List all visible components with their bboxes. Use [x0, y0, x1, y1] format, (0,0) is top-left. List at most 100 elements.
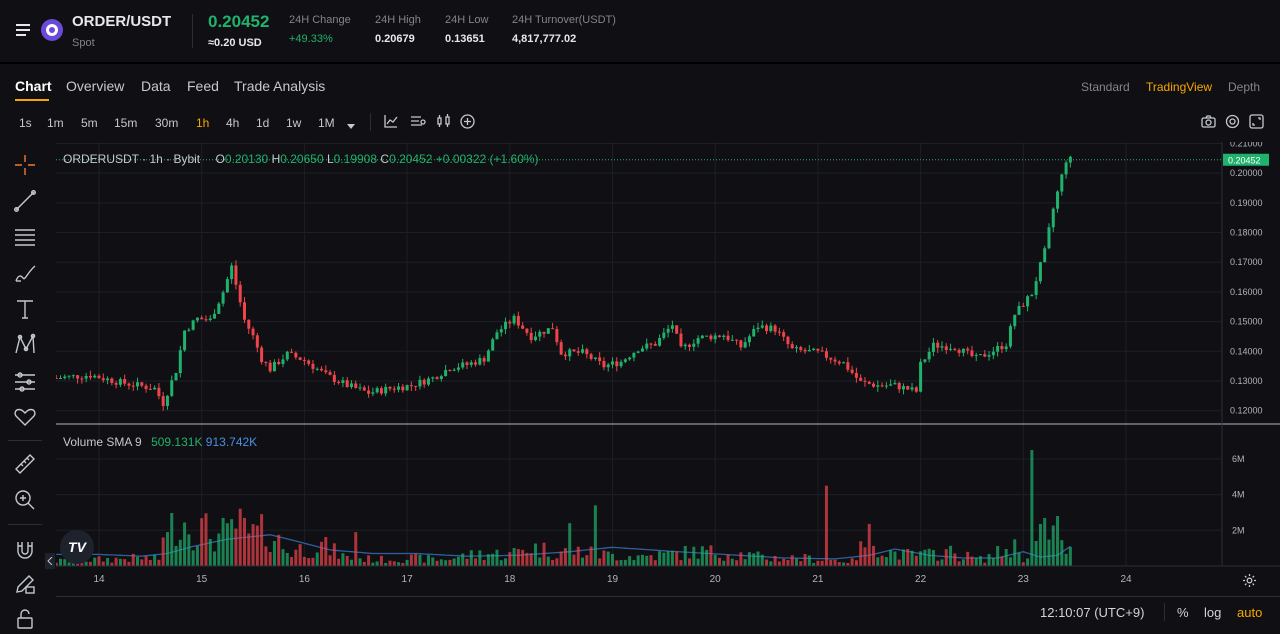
volume-bar	[183, 522, 187, 566]
pattern-icon[interactable]	[8, 330, 42, 360]
view-depth[interactable]: Depth	[1228, 80, 1260, 94]
time-tick-label: 18	[504, 574, 516, 585]
volume-bar	[645, 555, 649, 566]
interval-1s[interactable]: 1s	[19, 116, 32, 130]
candle	[67, 375, 71, 377]
candle	[136, 382, 140, 387]
collapse-arrow-icon[interactable]	[45, 553, 55, 569]
tab-trade-analysis[interactable]: Trade Analysis	[234, 78, 325, 94]
candle	[692, 343, 696, 347]
candle	[615, 361, 619, 367]
candle	[576, 351, 580, 353]
tab-chart[interactable]: Chart	[15, 78, 52, 94]
candle	[311, 363, 315, 369]
interval-1m[interactable]: 1m	[47, 116, 64, 130]
horizontal-lines-icon[interactable]	[8, 222, 42, 252]
candle	[1043, 248, 1047, 263]
interval-1h[interactable]: 1h	[196, 116, 209, 130]
footer-auto-toggle[interactable]: auto	[1237, 605, 1262, 620]
time-tick-label: 14	[93, 574, 105, 585]
volume-bar	[521, 549, 525, 566]
candle	[812, 348, 816, 351]
price-chart[interactable]: 0.21000 0.20000 0.19000 0.18000 0.17000 0.160…	[56, 142, 1280, 604]
lock-icon[interactable]	[8, 604, 42, 634]
candle	[790, 344, 794, 349]
interval-1M[interactable]: 1M	[318, 116, 335, 130]
lock-drawing-icon[interactable]	[8, 569, 42, 599]
candles-icon[interactable]	[436, 114, 452, 133]
ruler-icon[interactable]	[8, 449, 42, 479]
zoom-in-icon[interactable]	[8, 485, 42, 515]
candle	[705, 335, 709, 337]
candle	[936, 342, 940, 348]
volume-bar	[889, 550, 893, 566]
candle	[397, 386, 401, 390]
chevron-down-icon[interactable]	[346, 118, 356, 136]
text-icon[interactable]	[8, 294, 42, 324]
heart-icon[interactable]	[8, 402, 42, 432]
candle	[93, 375, 97, 378]
tab-feed[interactable]: Feed	[187, 78, 219, 94]
fullscreen-icon[interactable]	[1249, 114, 1264, 134]
candle	[469, 362, 473, 365]
candle	[183, 330, 187, 351]
candle	[859, 377, 863, 381]
candle	[148, 389, 152, 391]
interval-15m[interactable]: 15m	[114, 116, 137, 130]
magnet-icon[interactable]	[8, 535, 42, 565]
crosshair-icon[interactable]	[8, 150, 42, 180]
prediction-icon[interactable]	[8, 366, 42, 396]
footer-clock[interactable]: 12:10:07 (UTC+9)	[1040, 605, 1144, 620]
camera-icon[interactable]	[1201, 115, 1216, 133]
volume-bar	[58, 558, 62, 566]
add-icon[interactable]	[460, 114, 475, 134]
view-standard[interactable]: Standard	[1081, 80, 1130, 94]
chart-settings-icon[interactable]	[1242, 573, 1257, 593]
volume-bar	[747, 552, 751, 566]
last-price-badge-label: 0.20452	[1228, 155, 1261, 165]
candle	[178, 350, 182, 374]
footer-percent-toggle[interactable]: %	[1177, 605, 1189, 620]
brush-icon[interactable]	[8, 258, 42, 288]
volume-bar	[127, 561, 131, 566]
volume-bar	[140, 559, 144, 566]
interval-1d[interactable]: 1d	[256, 116, 269, 130]
candle	[512, 315, 516, 324]
tradingview-logo[interactable]: TV	[60, 530, 94, 564]
interval-4h[interactable]: 4h	[226, 116, 239, 130]
price-tick-label: 0.13000	[1230, 376, 1263, 386]
volume-bar	[375, 561, 379, 566]
volume-bar	[1000, 556, 1004, 566]
candle	[504, 321, 508, 330]
indicators-icon[interactable]	[410, 114, 426, 133]
candle	[345, 380, 349, 388]
candle	[730, 339, 734, 341]
candle	[332, 374, 336, 382]
volume-bar	[409, 554, 413, 566]
tab-overview[interactable]: Overview	[66, 78, 124, 94]
chart-type-icon[interactable]	[384, 114, 398, 133]
tab-data[interactable]: Data	[141, 78, 171, 94]
volume-bar	[388, 560, 392, 566]
interval-1w[interactable]: 1w	[286, 116, 301, 130]
menu-icon[interactable]	[16, 23, 32, 37]
volume-bar	[1030, 450, 1034, 566]
candle	[401, 386, 405, 391]
candle	[127, 383, 131, 386]
volume-sma-layer	[56, 534, 1071, 560]
interval-5m[interactable]: 5m	[81, 116, 98, 130]
candle	[563, 354, 567, 357]
volume-bar	[225, 523, 229, 566]
trend-line-icon[interactable]	[8, 186, 42, 216]
settings-icon[interactable]	[1225, 114, 1240, 134]
volume-bar	[414, 553, 418, 566]
interval-30m[interactable]: 30m	[155, 116, 178, 130]
candle	[290, 351, 294, 353]
candle	[482, 358, 486, 362]
pair-name[interactable]: ORDER/USDT	[72, 13, 171, 30]
view-tradingview[interactable]: TradingView	[1146, 80, 1212, 94]
volume-bar	[200, 518, 204, 566]
footer-log-toggle[interactable]: log	[1204, 605, 1221, 620]
volume-bar	[722, 560, 726, 566]
candle	[991, 351, 995, 356]
